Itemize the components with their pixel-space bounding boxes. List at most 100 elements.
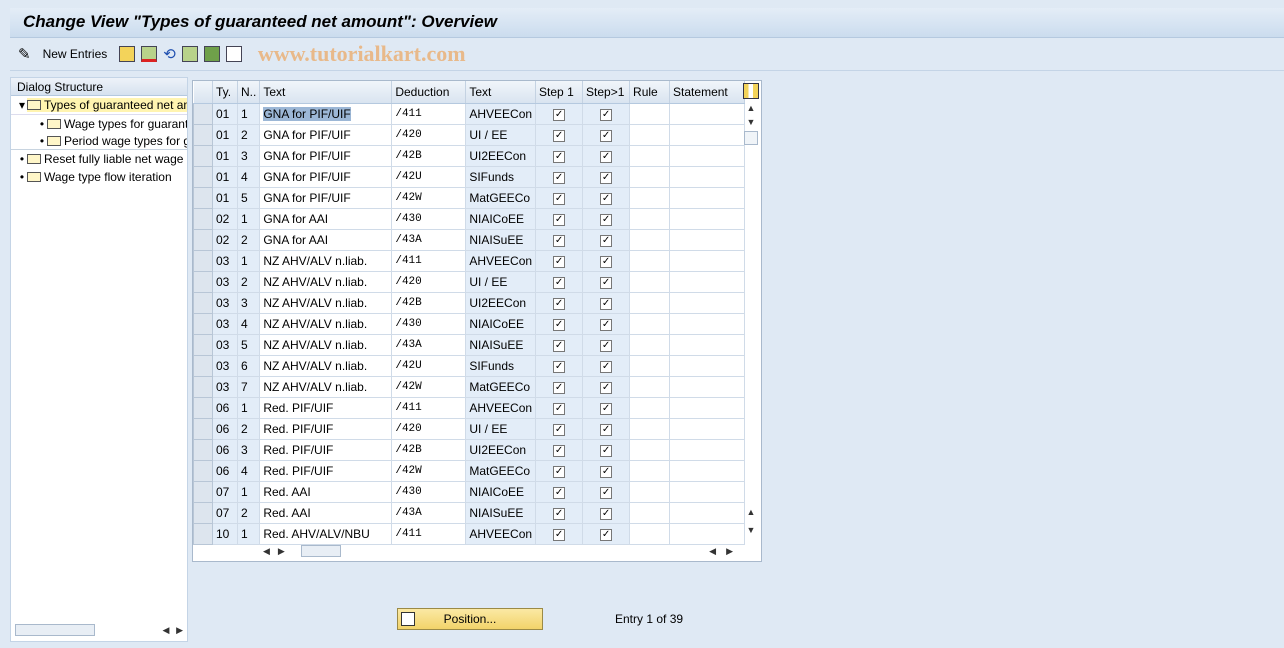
cell-step-gt1[interactable]: ✓ <box>582 187 631 209</box>
cell-wage-text[interactable]: NIAISuEE <box>465 502 537 524</box>
column-header-wage-text[interactable]: Text <box>465 81 537 104</box>
checkbox[interactable]: ✓ <box>600 340 613 352</box>
scroll-right-icon[interactable]: ▶ <box>726 546 733 557</box>
cell-rule[interactable] <box>629 250 671 272</box>
cell-step-gt1[interactable]: ✓ <box>582 124 631 146</box>
row-selector[interactable] <box>193 228 213 251</box>
cell-statement[interactable] <box>669 124 746 146</box>
vertical-scrollbar[interactable]: ▲ ▼ ▲ ▼ <box>741 81 761 541</box>
checkbox[interactable]: ✓ <box>553 130 566 142</box>
cell-wage-text[interactable]: MatGEECo <box>465 187 537 209</box>
cell-text[interactable]: NZ AHV/ALV n.liab. <box>259 355 393 377</box>
cell-wage-text[interactable]: NIAICoEE <box>465 208 537 230</box>
cell-text[interactable]: Red. PIF/UIF <box>259 460 393 482</box>
cell-rule[interactable] <box>629 481 671 503</box>
checkbox[interactable]: ✓ <box>553 382 566 394</box>
cell-step1[interactable]: ✓ <box>535 271 584 293</box>
checkbox[interactable]: ✓ <box>553 487 566 499</box>
cell-step1[interactable]: ✓ <box>535 355 584 377</box>
expand-triangle-icon[interactable]: ▾ <box>17 98 27 112</box>
scrollbar-thumb[interactable] <box>300 545 341 557</box>
row-selector[interactable] <box>193 165 213 188</box>
checkbox[interactable]: ✓ <box>600 214 613 226</box>
cell-step1[interactable]: ✓ <box>535 397 584 419</box>
cell-deduction[interactable]: /420 <box>391 271 467 293</box>
cell-step1[interactable]: ✓ <box>535 103 584 125</box>
select-all-icon[interactable] <box>181 46 198 62</box>
cell-statement[interactable] <box>669 250 746 272</box>
cell-wage-text[interactable]: SIFunds <box>465 166 537 188</box>
checkbox[interactable]: ✓ <box>553 508 566 520</box>
cell-text[interactable]: NZ AHV/ALV n.liab. <box>259 250 393 272</box>
checkbox[interactable]: ✓ <box>600 466 613 478</box>
cell-statement[interactable] <box>669 166 746 188</box>
checkbox[interactable]: ✓ <box>600 508 613 520</box>
cell-statement[interactable] <box>669 292 746 314</box>
cell-deduction[interactable]: /42B <box>391 439 467 461</box>
cell-step-gt1[interactable]: ✓ <box>582 208 631 230</box>
checkbox[interactable]: ✓ <box>553 319 566 331</box>
cell-rule[interactable] <box>629 502 671 524</box>
cell-wage-text[interactable]: MatGEECo <box>465 460 537 482</box>
pencil-glasses-icon[interactable]: ✎ <box>18 45 31 63</box>
scroll-up-bottom-icon[interactable]: ▲ <box>741 507 761 517</box>
cell-wage-text[interactable]: SIFunds <box>465 355 537 377</box>
row-selector[interactable] <box>193 396 213 419</box>
cell-deduction[interactable]: /42U <box>391 166 467 188</box>
cell-step-gt1[interactable]: ✓ <box>582 250 631 272</box>
new-entries-button[interactable]: New Entries <box>43 47 108 61</box>
cell-rule[interactable] <box>629 145 671 167</box>
checkbox[interactable]: ✓ <box>553 445 566 457</box>
row-selector[interactable] <box>193 501 213 524</box>
cell-deduction[interactable]: /43A <box>391 502 467 524</box>
tree-item-period-wage-types[interactable]: • Period wage types for guaranteed net am… <box>11 132 187 150</box>
tree-item-reset[interactable]: • Reset fully liable net wage <box>11 150 187 168</box>
cell-rule[interactable] <box>629 124 671 146</box>
cell-text[interactable]: GNA for PIF/UIF <box>259 145 393 167</box>
row-selector[interactable] <box>193 102 213 125</box>
cell-statement[interactable] <box>669 376 746 398</box>
cell-step-gt1[interactable]: ✓ <box>582 460 631 482</box>
cell-text[interactable]: Red. PIF/UIF <box>259 439 393 461</box>
cell-deduction[interactable]: /42B <box>391 292 467 314</box>
checkbox[interactable]: ✓ <box>600 172 613 184</box>
checkbox[interactable]: ✓ <box>600 382 613 394</box>
cell-step-gt1[interactable]: ✓ <box>582 334 631 356</box>
row-selector[interactable] <box>193 375 213 398</box>
cell-deduction[interactable]: /430 <box>391 313 467 335</box>
cell-deduction[interactable]: /430 <box>391 208 467 230</box>
row-selector[interactable] <box>193 291 213 314</box>
position-button[interactable]: Position... <box>397 608 543 630</box>
cell-deduction[interactable]: /420 <box>391 418 467 440</box>
cell-statement[interactable] <box>669 187 746 209</box>
scroll-right-icon[interactable]: ▶ <box>176 625 183 636</box>
checkbox[interactable]: ✓ <box>600 403 613 415</box>
cell-text[interactable]: NZ AHV/ALV n.liab. <box>259 271 393 293</box>
undo-icon[interactable]: ⟲ <box>163 45 176 63</box>
checkbox[interactable]: ✓ <box>553 235 566 247</box>
cell-step1[interactable]: ✓ <box>535 502 584 524</box>
cell-deduction[interactable]: /42B <box>391 145 467 167</box>
checkbox[interactable]: ✓ <box>600 109 613 121</box>
cell-step1[interactable]: ✓ <box>535 187 584 209</box>
select-all-header[interactable] <box>193 81 213 104</box>
cell-rule[interactable] <box>629 187 671 209</box>
scroll-left-icon[interactable]: ◀ <box>709 546 716 557</box>
cell-text[interactable]: Red. PIF/UIF <box>259 418 393 440</box>
cell-deduction[interactable]: /43A <box>391 229 467 251</box>
cell-deduction[interactable]: /430 <box>391 481 467 503</box>
row-selector[interactable] <box>193 270 213 293</box>
row-selector[interactable] <box>193 249 213 272</box>
cell-rule[interactable] <box>629 271 671 293</box>
cell-wage-text[interactable]: MatGEECo <box>465 376 537 398</box>
checkbox[interactable]: ✓ <box>553 466 566 478</box>
cell-rule[interactable] <box>629 103 671 125</box>
cell-rule[interactable] <box>629 292 671 314</box>
column-header-number[interactable]: N.. <box>237 81 261 104</box>
cell-deduction[interactable]: /43A <box>391 334 467 356</box>
cell-wage-text[interactable]: NIAISuEE <box>465 229 537 251</box>
column-header-statement[interactable]: Statement <box>669 81 746 104</box>
cell-step1[interactable]: ✓ <box>535 418 584 440</box>
select-block-icon[interactable] <box>203 46 220 62</box>
cell-step1[interactable]: ✓ <box>535 166 584 188</box>
